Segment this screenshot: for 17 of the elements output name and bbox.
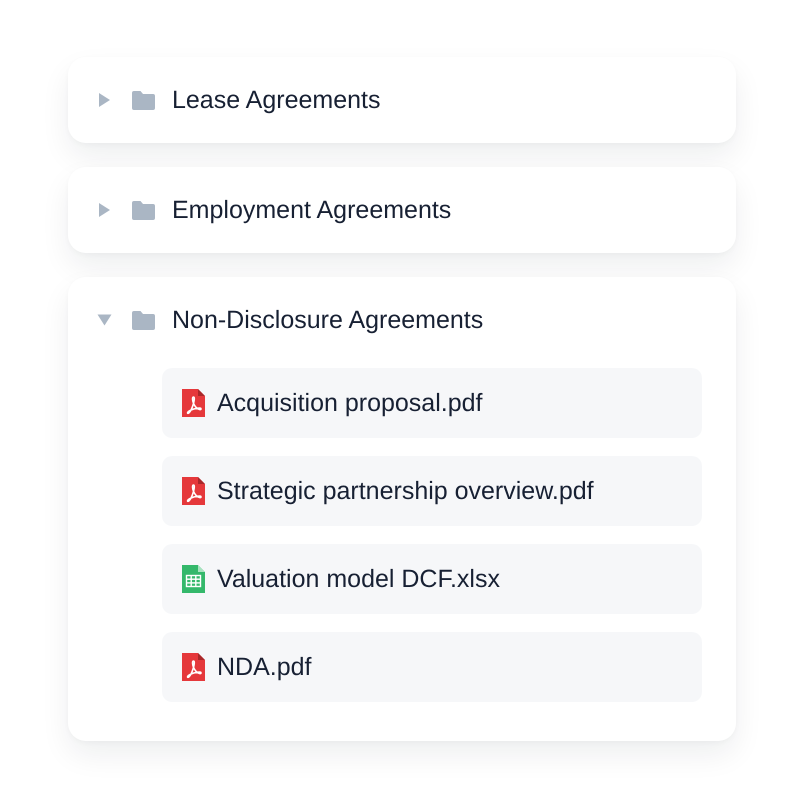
pdf-file-icon xyxy=(182,653,205,681)
folder-name[interactable]: Lease Agreements xyxy=(172,85,380,115)
file-item[interactable]: Acquisition proposal.pdf xyxy=(162,368,702,438)
folder-name[interactable]: Employment Agreements xyxy=(172,195,452,225)
caret-icon[interactable] xyxy=(99,93,110,107)
file-item[interactable]: Strategic partnership overview.pdf xyxy=(162,456,702,526)
caret-icon[interactable] xyxy=(99,203,110,217)
pdf-file-icon xyxy=(182,477,205,505)
spreadsheet-file-icon xyxy=(182,565,205,593)
file-item[interactable]: NDA.pdf xyxy=(162,632,702,702)
pdf-file-icon xyxy=(182,389,205,417)
folder-name[interactable]: Non-Disclosure Agreements xyxy=(172,305,484,335)
folder-icon xyxy=(132,310,155,330)
file-item[interactable]: Valuation model DCF.xlsx xyxy=(162,544,702,614)
folder-icon xyxy=(132,200,155,220)
folder-icon xyxy=(132,90,155,110)
caret-icon[interactable] xyxy=(98,314,112,326)
